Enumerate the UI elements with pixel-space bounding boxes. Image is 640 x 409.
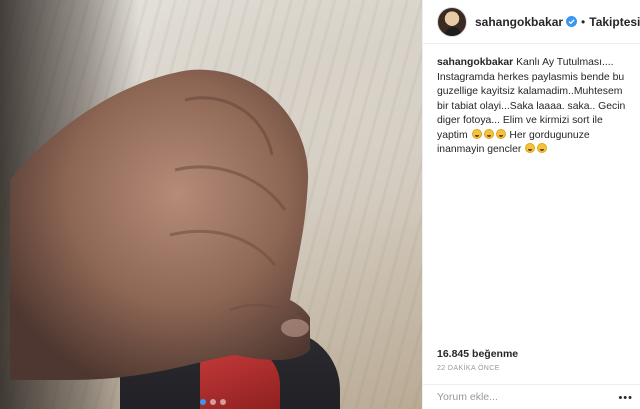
- laughing-emoji-icon: [471, 128, 482, 139]
- carousel-dots: [200, 399, 226, 405]
- laughing-emoji-icon: [483, 128, 494, 139]
- post-timestamp[interactable]: 22 DAKİKA ÖNCE: [437, 365, 500, 372]
- following-button[interactable]: Takiptesin: [589, 15, 640, 29]
- header-username-link[interactable]: sahangokbakar: [475, 15, 563, 29]
- avatar[interactable]: [437, 6, 467, 37]
- caption-text: Kanlı Ay Tutulması.... Instagramda herke…: [437, 57, 626, 141]
- post-sidebar: sahangokbakar • Takiptesin sahangokbakar…: [422, 0, 640, 409]
- post-photo[interactable]: [0, 0, 422, 409]
- caption-username-link[interactable]: sahangokbakar: [437, 57, 513, 68]
- laughing-emoji-icon: [537, 143, 548, 153]
- post-header: sahangokbakar • Takiptesin: [423, 0, 640, 44]
- laughing-emoji-icon: [495, 128, 506, 139]
- post-caption: sahangokbakar Kanlı Ay Tutulması.... Ins…: [423, 44, 640, 158]
- carousel-dot[interactable]: [210, 399, 216, 405]
- fist-image: [10, 69, 310, 380]
- laughing-emoji-icon: [525, 143, 536, 153]
- carousel-dot-active[interactable]: [200, 399, 206, 405]
- header-separator: •: [581, 14, 586, 29]
- more-options-icon[interactable]: •••: [618, 392, 633, 404]
- carousel-dot[interactable]: [220, 399, 226, 405]
- verified-badge-icon: [566, 16, 578, 27]
- likes-count[interactable]: 16.845 beğenme: [437, 348, 518, 360]
- comment-input[interactable]: [437, 391, 612, 403]
- comment-bar: •••: [423, 384, 640, 409]
